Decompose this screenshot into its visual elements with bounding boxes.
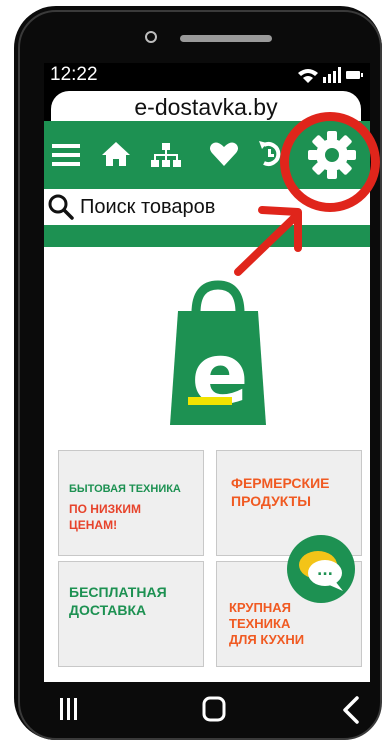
home-icon[interactable] [101,135,131,173]
chat-dots: ... [317,563,333,579]
promo-tile-appliances[interactable]: БЫТОВАЯ ТЕХНИКА ПО НИЗКИМ ЦЕНАМ! [58,450,204,556]
tile-line: ЦЕНАМ! [69,518,118,532]
history-icon[interactable] [256,135,282,173]
green-divider [44,225,370,247]
status-bar: 12:22 [44,63,370,87]
wifi-icon [298,69,318,83]
signal-icon [323,67,341,83]
chat-icon: ... [299,551,343,591]
front-camera [145,31,157,43]
search-input[interactable]: Поиск товаров [80,195,215,219]
sitemap-icon[interactable] [150,135,182,173]
menu-icon[interactable] [52,135,80,173]
tile-line: ПРОДУКТЫ [231,493,311,509]
shopping-bag-logo: e [170,280,266,425]
annotation-arrow [234,206,302,276]
chat-button[interactable]: ... [287,535,355,603]
earpiece-speaker [180,35,272,42]
search-icon [48,194,74,220]
tile-line: КРУПНАЯ [229,600,291,615]
android-nav-bar [14,682,382,740]
tile-line: БЕСПЛАТНАЯ [69,584,167,600]
home-circle-icon[interactable] [202,696,226,722]
tile-line: ДЛЯ КУХНИ [229,632,305,647]
status-time: 12:22 [50,64,98,85]
logo-letter: e [192,325,249,423]
heart-icon[interactable] [208,135,240,173]
tile-line: ТЕХНИКА [229,616,291,631]
recents-icon[interactable] [58,698,78,720]
site-url: e-dostavka.by [134,94,278,120]
battery-icon [346,71,363,79]
tile-line: БЫТОВАЯ ТЕХНИКА [69,483,181,495]
tile-line: ДОСТАВКА [69,602,147,618]
status-icons [284,66,364,84]
promo-tile-free-delivery[interactable]: БЕСПЛАТНАЯ ДОСТАВКА [58,561,204,667]
back-icon[interactable] [342,696,360,724]
tile-line: ПО НИЗКИМ [69,502,142,516]
tile-line: ФЕРМЕРСКИЕ [231,475,330,491]
